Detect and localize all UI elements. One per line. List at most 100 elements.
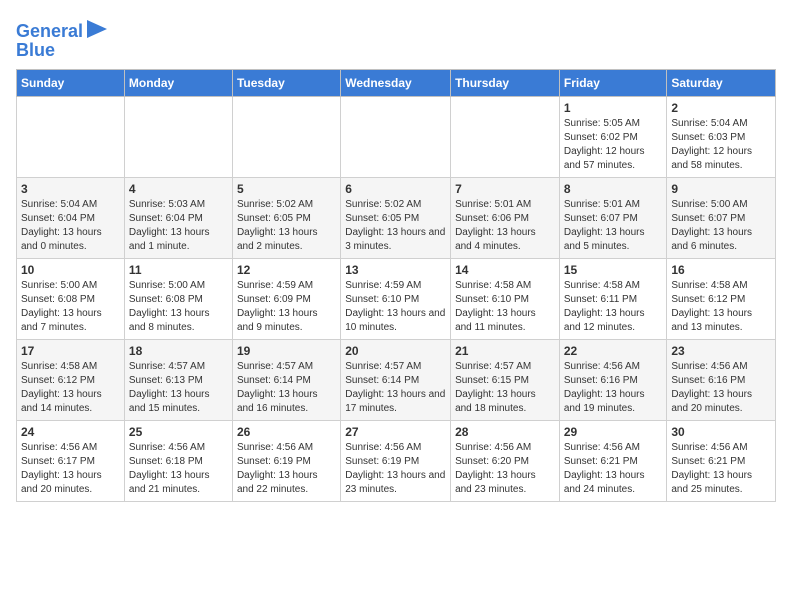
day-number: 17 <box>21 344 120 358</box>
day-cell: 4 Sunrise: 5:03 AMSunset: 6:04 PMDaylight… <box>124 178 232 259</box>
calendar-header: SundayMondayTuesdayWednesdayThursdayFrid… <box>17 70 776 97</box>
header-saturday: Saturday <box>667 70 776 97</box>
day-cell <box>451 97 560 178</box>
day-number: 29 <box>564 425 663 439</box>
day-cell: 24 Sunrise: 4:56 AMSunset: 6:17 PMDayligh… <box>17 421 125 502</box>
day-number: 25 <box>129 425 228 439</box>
day-cell <box>124 97 232 178</box>
header: General Blue <box>16 16 776 61</box>
week-row-2: 10 Sunrise: 5:00 AMSunset: 6:08 PMDayligh… <box>17 259 776 340</box>
day-info: Sunrise: 4:57 AMSunset: 6:14 PMDaylight:… <box>345 360 446 416</box>
day-info: Sunrise: 4:57 AMSunset: 6:14 PMDaylight:… <box>237 360 336 416</box>
day-info: Sunrise: 5:00 AMSunset: 6:07 PMDaylight:… <box>671 198 771 254</box>
day-number: 30 <box>671 425 771 439</box>
day-number: 27 <box>345 425 446 439</box>
day-info: Sunrise: 4:56 AMSunset: 6:16 PMDaylight:… <box>564 360 663 416</box>
logo-text-blue: Blue <box>16 40 55 60</box>
day-number: 22 <box>564 344 663 358</box>
day-number: 9 <box>671 182 771 196</box>
day-number: 14 <box>455 263 555 277</box>
day-cell: 13 Sunrise: 4:59 AMSunset: 6:10 PMDayligh… <box>341 259 451 340</box>
day-cell: 29 Sunrise: 4:56 AMSunset: 6:21 PMDayligh… <box>559 421 667 502</box>
day-number: 19 <box>237 344 336 358</box>
day-cell <box>17 97 125 178</box>
day-cell: 14 Sunrise: 4:58 AMSunset: 6:10 PMDayligh… <box>451 259 560 340</box>
day-info: Sunrise: 5:02 AMSunset: 6:05 PMDaylight:… <box>237 198 336 254</box>
day-cell: 27 Sunrise: 4:56 AMSunset: 6:19 PMDayligh… <box>341 421 451 502</box>
day-cell: 20 Sunrise: 4:57 AMSunset: 6:14 PMDayligh… <box>341 340 451 421</box>
day-info: Sunrise: 5:01 AMSunset: 6:07 PMDaylight:… <box>564 198 663 254</box>
day-cell: 16 Sunrise: 4:58 AMSunset: 6:12 PMDayligh… <box>667 259 776 340</box>
day-number: 24 <box>21 425 120 439</box>
day-number: 5 <box>237 182 336 196</box>
day-info: Sunrise: 4:56 AMSunset: 6:16 PMDaylight:… <box>671 360 771 416</box>
day-cell: 21Sunrise: 4:57 AMSunset: 6:15 PMDayligh… <box>451 340 560 421</box>
logo: General Blue <box>16 20 107 61</box>
day-info: Sunrise: 4:59 AMSunset: 6:10 PMDaylight:… <box>345 279 446 335</box>
week-row-0: 1 Sunrise: 5:05 AMSunset: 6:02 PMDaylight… <box>17 97 776 178</box>
week-row-3: 17Sunrise: 4:58 AMSunset: 6:12 PMDayligh… <box>17 340 776 421</box>
day-number: 15 <box>564 263 663 277</box>
day-info: Sunrise: 4:58 AMSunset: 6:12 PMDaylight:… <box>671 279 771 335</box>
day-info: Sunrise: 4:56 AMSunset: 6:21 PMDaylight:… <box>671 441 771 497</box>
day-cell <box>232 97 340 178</box>
day-cell: 19 Sunrise: 4:57 AMSunset: 6:14 PMDayligh… <box>232 340 340 421</box>
day-cell: 9 Sunrise: 5:00 AMSunset: 6:07 PMDaylight… <box>667 178 776 259</box>
day-cell: 17Sunrise: 4:58 AMSunset: 6:12 PMDayligh… <box>17 340 125 421</box>
day-info: Sunrise: 5:05 AMSunset: 6:02 PMDaylight:… <box>564 117 663 173</box>
day-number: 18 <box>129 344 228 358</box>
day-number: 11 <box>129 263 228 277</box>
day-number: 26 <box>237 425 336 439</box>
day-number: 13 <box>345 263 446 277</box>
header-row: SundayMondayTuesdayWednesdayThursdayFrid… <box>17 70 776 97</box>
day-cell: 6 Sunrise: 5:02 AMSunset: 6:05 PMDaylight… <box>341 178 451 259</box>
day-info: Sunrise: 5:04 AMSunset: 6:03 PMDaylight:… <box>671 117 771 173</box>
day-number: 23 <box>671 344 771 358</box>
day-cell: 3Sunrise: 5:04 AMSunset: 6:04 PMDaylight… <box>17 178 125 259</box>
day-cell: 22 Sunrise: 4:56 AMSunset: 6:16 PMDayligh… <box>559 340 667 421</box>
day-number: 10 <box>21 263 120 277</box>
day-cell: 18 Sunrise: 4:57 AMSunset: 6:13 PMDayligh… <box>124 340 232 421</box>
calendar-table: SundayMondayTuesdayWednesdayThursdayFrid… <box>16 69 776 502</box>
day-cell: 30 Sunrise: 4:56 AMSunset: 6:21 PMDayligh… <box>667 421 776 502</box>
day-info: Sunrise: 4:56 AMSunset: 6:17 PMDaylight:… <box>21 441 120 497</box>
day-number: 2 <box>671 101 771 115</box>
day-number: 4 <box>129 182 228 196</box>
day-info: Sunrise: 4:57 AMSunset: 6:13 PMDaylight:… <box>129 360 228 416</box>
day-cell <box>341 97 451 178</box>
day-info: Sunrise: 5:00 AMSunset: 6:08 PMDaylight:… <box>21 279 120 335</box>
day-number: 8 <box>564 182 663 196</box>
day-number: 28 <box>455 425 555 439</box>
day-info: Sunrise: 5:01 AMSunset: 6:06 PMDaylight:… <box>455 198 555 254</box>
day-info: Sunrise: 4:56 AMSunset: 6:19 PMDaylight:… <box>237 441 336 497</box>
day-number: 16 <box>671 263 771 277</box>
day-number: 3 <box>21 182 120 196</box>
logo-text: General <box>16 22 83 42</box>
day-cell: 10 Sunrise: 5:00 AMSunset: 6:08 PMDayligh… <box>17 259 125 340</box>
day-cell: 12 Sunrise: 4:59 AMSunset: 6:09 PMDayligh… <box>232 259 340 340</box>
day-info: Sunrise: 4:56 AMSunset: 6:18 PMDaylight:… <box>129 441 228 497</box>
day-info: Sunrise: 4:59 AMSunset: 6:09 PMDaylight:… <box>237 279 336 335</box>
day-cell: 26 Sunrise: 4:56 AMSunset: 6:19 PMDayligh… <box>232 421 340 502</box>
day-cell: 2 Sunrise: 5:04 AMSunset: 6:03 PMDaylight… <box>667 97 776 178</box>
day-cell: 11 Sunrise: 5:00 AMSunset: 6:08 PMDayligh… <box>124 259 232 340</box>
day-info: Sunrise: 4:56 AMSunset: 6:19 PMDaylight:… <box>345 441 446 497</box>
day-number: 12 <box>237 263 336 277</box>
calendar-body: 1 Sunrise: 5:05 AMSunset: 6:02 PMDaylight… <box>17 97 776 502</box>
day-number: 6 <box>345 182 446 196</box>
day-info: Sunrise: 4:56 AMSunset: 6:21 PMDaylight:… <box>564 441 663 497</box>
week-row-1: 3Sunrise: 5:04 AMSunset: 6:04 PMDaylight… <box>17 178 776 259</box>
header-wednesday: Wednesday <box>341 70 451 97</box>
day-info: Sunrise: 5:03 AMSunset: 6:04 PMDaylight:… <box>129 198 228 254</box>
day-info: Sunrise: 4:58 AMSunset: 6:11 PMDaylight:… <box>564 279 663 335</box>
day-number: 20 <box>345 344 446 358</box>
day-info: Sunrise: 5:02 AMSunset: 6:05 PMDaylight:… <box>345 198 446 254</box>
day-info: Sunrise: 4:58 AMSunset: 6:10 PMDaylight:… <box>455 279 555 335</box>
day-number: 1 <box>564 101 663 115</box>
day-cell: 15 Sunrise: 4:58 AMSunset: 6:11 PMDayligh… <box>559 259 667 340</box>
day-number: 21 <box>455 344 555 358</box>
day-cell: 5 Sunrise: 5:02 AMSunset: 6:05 PMDaylight… <box>232 178 340 259</box>
day-cell: 28Sunrise: 4:56 AMSunset: 6:20 PMDayligh… <box>451 421 560 502</box>
day-info: Sunrise: 5:00 AMSunset: 6:08 PMDaylight:… <box>129 279 228 335</box>
day-cell: 7Sunrise: 5:01 AMSunset: 6:06 PMDaylight… <box>451 178 560 259</box>
